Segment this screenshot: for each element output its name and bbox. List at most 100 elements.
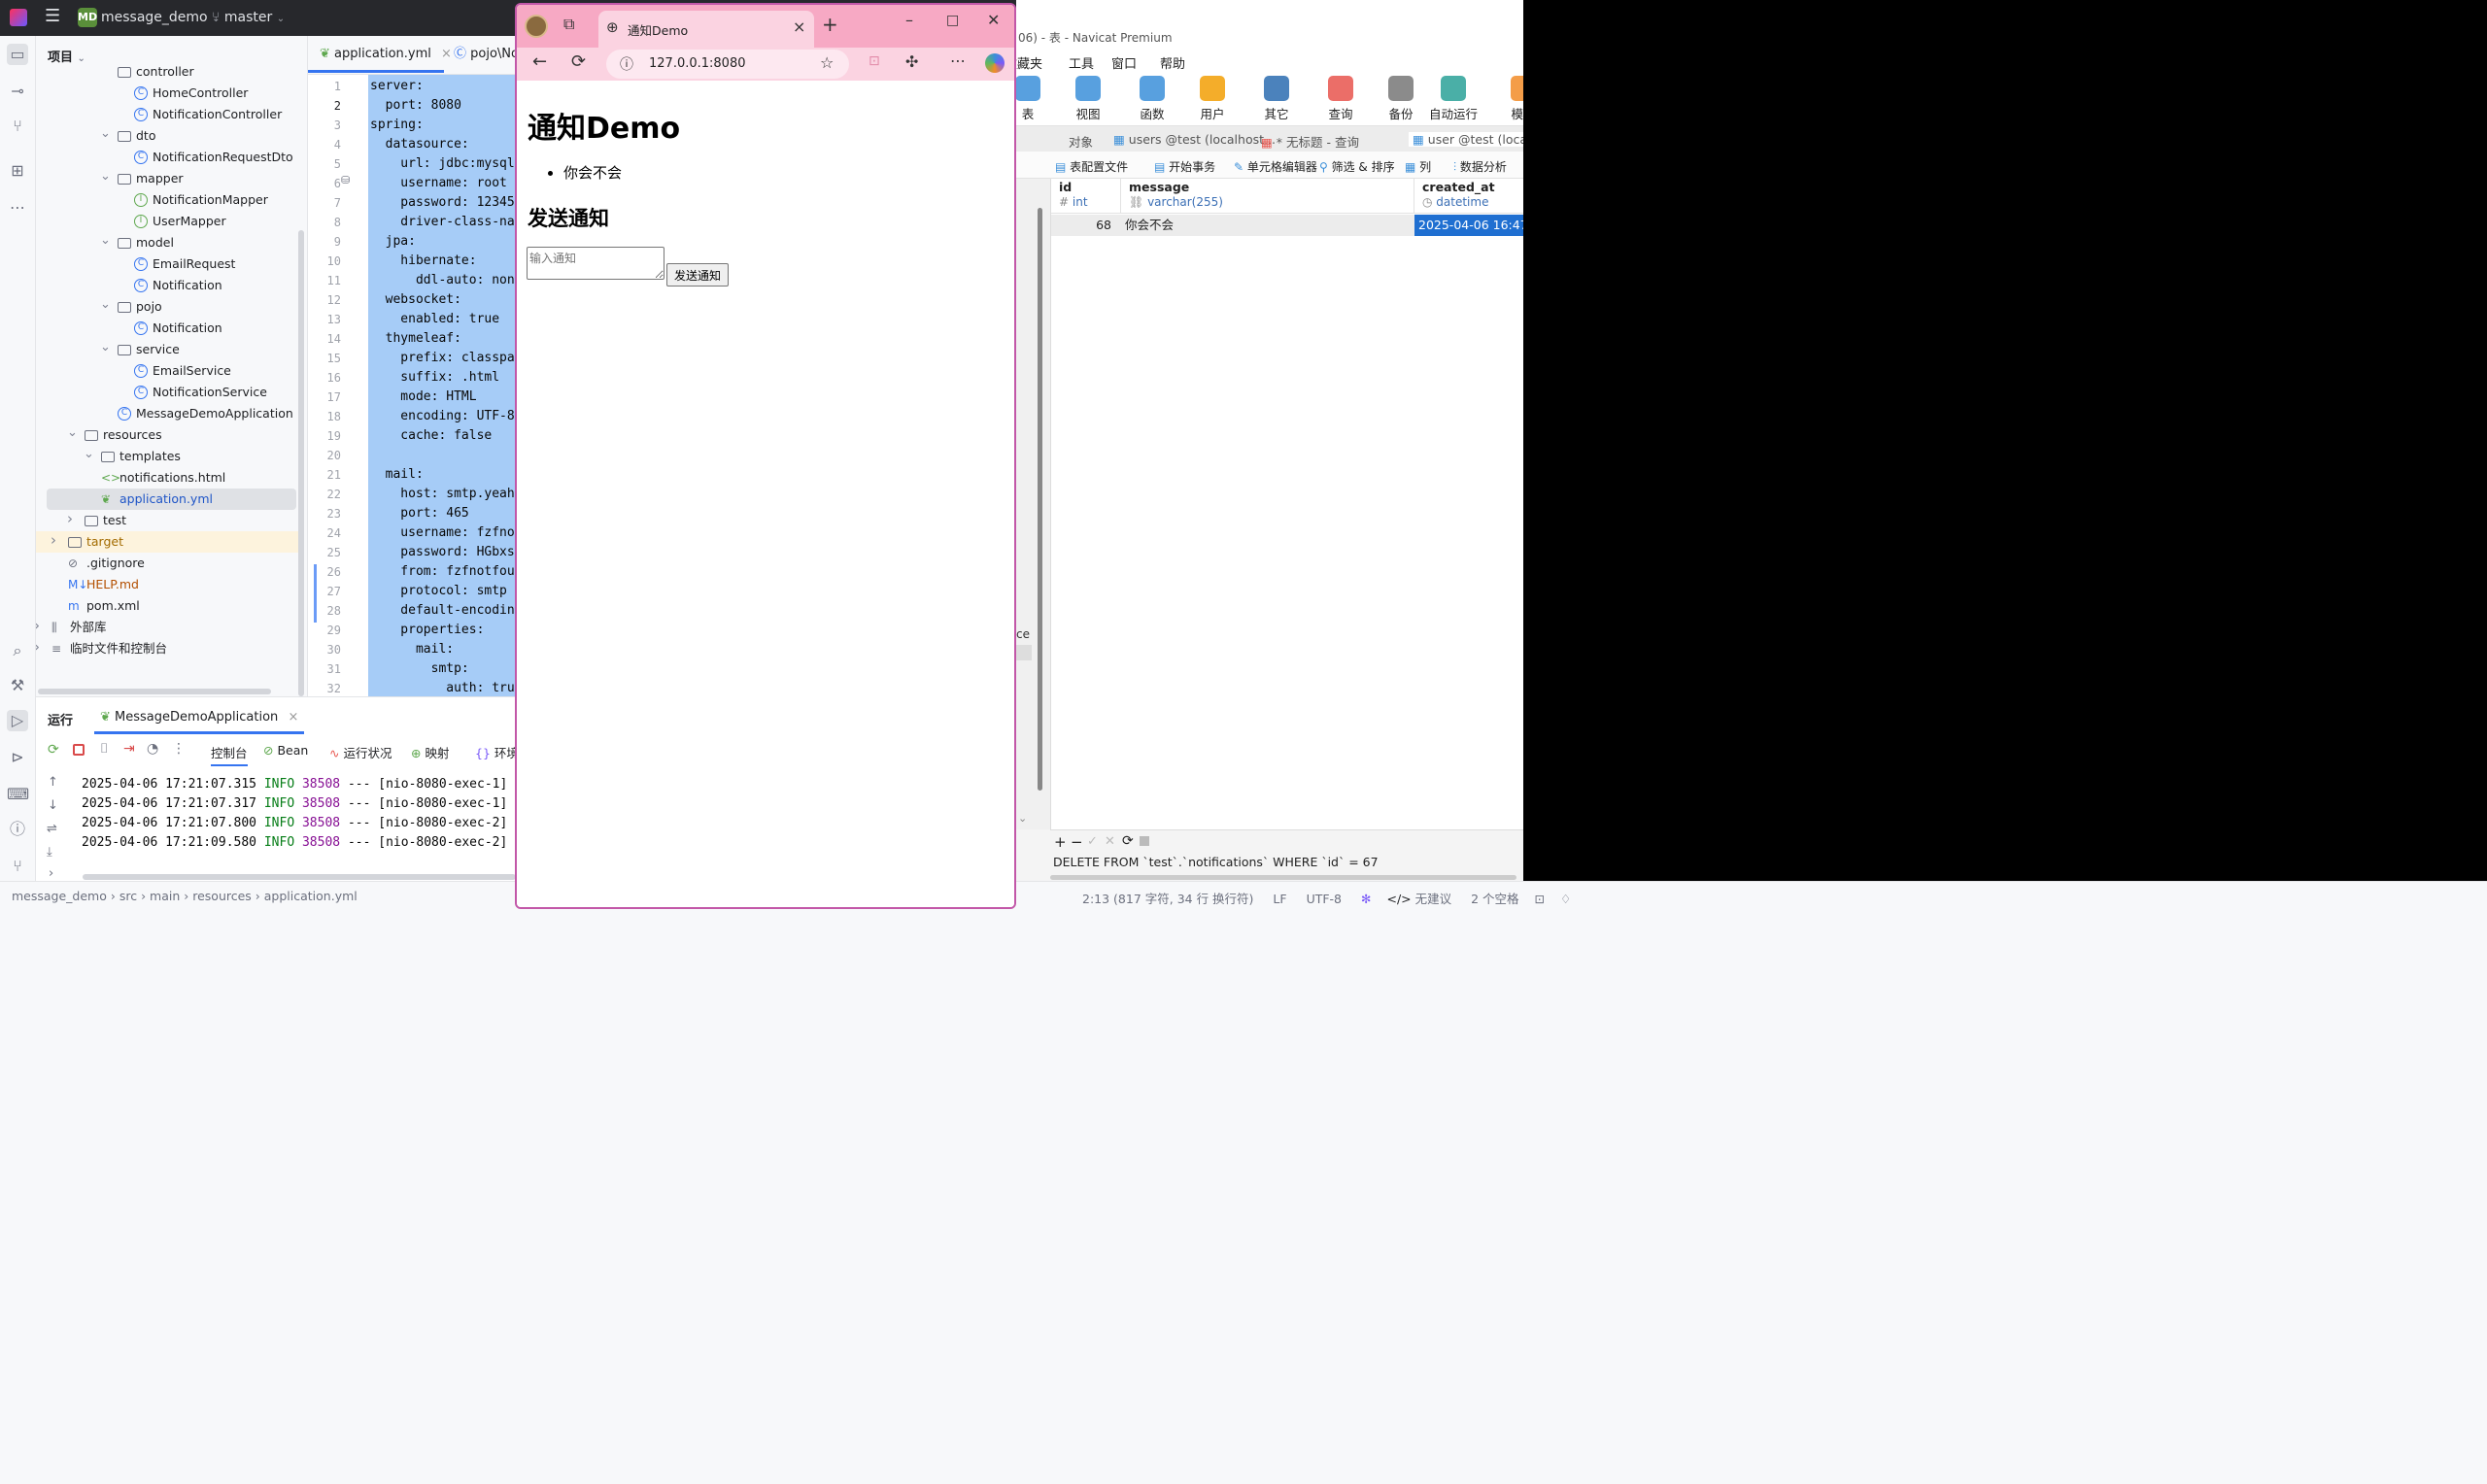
toolbar-backup-button[interactable]: 备份 bbox=[1372, 76, 1430, 122]
chevron-right-icon[interactable]: › bbox=[36, 615, 40, 636]
tree-item[interactable]: m pom.xml bbox=[36, 595, 298, 617]
breadcrumb-item[interactable]: message_demo bbox=[12, 889, 107, 903]
file-encoding[interactable]: UTF-8 bbox=[1307, 892, 1342, 906]
toolbar-view-button[interactable]: 视图 bbox=[1059, 76, 1117, 122]
more-tools-icon[interactable]: ⋯ bbox=[7, 197, 28, 219]
build-hammer-icon[interactable]: ⚒ bbox=[7, 675, 28, 696]
chevron-down-icon[interactable]: ⌄ bbox=[84, 444, 94, 465]
column-header[interactable]: message ⛓ varchar(255) bbox=[1121, 179, 1414, 214]
tree-item[interactable]: I UserMapper bbox=[36, 211, 298, 232]
extension-bilibili-icon[interactable]: ⊡ bbox=[869, 53, 880, 69]
ai-icon[interactable]: ✻ bbox=[1361, 892, 1371, 906]
tree-item[interactable]: ⌄ service bbox=[36, 339, 298, 360]
extensions-puzzle-icon[interactable]: ✣ bbox=[905, 52, 918, 71]
branch-switcher[interactable]: ⑂ master ⌄ bbox=[212, 10, 285, 25]
suggestions-status[interactable]: 无建议 bbox=[1415, 892, 1452, 906]
column-header[interactable]: id # int bbox=[1051, 179, 1121, 214]
tree-item[interactable]: <> notifications.html bbox=[36, 467, 298, 489]
breadcrumb-item[interactable]: main bbox=[150, 889, 180, 903]
tree-item[interactable]: C NotificationService bbox=[36, 382, 298, 403]
editor-tab[interactable]: Ⓒ pojo\No bbox=[454, 36, 516, 73]
cursor-position[interactable]: 2:13 (817 字符, 34 行 换行符) bbox=[1082, 892, 1253, 906]
tree-item[interactable]: ⌄ pojo bbox=[36, 296, 298, 318]
apply-icon[interactable]: ✓ bbox=[1087, 834, 1098, 849]
chevron-down-icon[interactable]: ⌄ bbox=[100, 166, 111, 187]
rerun-icon[interactable]: ⟳ bbox=[48, 742, 59, 758]
cell-editor-button[interactable]: ✎ 单元格编辑器 bbox=[1234, 158, 1317, 175]
camera-icon[interactable]: ⌷ bbox=[100, 741, 108, 757]
begin-transaction-button[interactable]: ▤ 开始事务 bbox=[1154, 158, 1215, 175]
exit-icon[interactable]: ⇥ bbox=[123, 741, 135, 757]
console-hscrollbar[interactable] bbox=[83, 874, 516, 880]
toolbar-user-button[interactable]: 用户 bbox=[1183, 76, 1242, 122]
problems-icon[interactable]: ⓘ bbox=[7, 819, 28, 840]
tab-console[interactable]: 控制台 bbox=[211, 743, 248, 766]
chevron-down-icon[interactable]: ⌄ bbox=[100, 230, 111, 252]
vertical-scrollbar[interactable] bbox=[1038, 208, 1042, 791]
tab-environment[interactable]: {} 环境 bbox=[475, 743, 519, 761]
chevron-right-icon[interactable]: › bbox=[51, 529, 56, 551]
tree-item[interactable]: ⌄ templates bbox=[36, 446, 298, 467]
close-window-icon[interactable]: ✕ bbox=[987, 11, 1000, 29]
toolbar-query-button[interactable]: 查询 bbox=[1312, 76, 1370, 122]
table-cell-created_at[interactable]: 2025-04-06 16:47:2 bbox=[1414, 215, 1531, 236]
git-icon[interactable]: ⑂ bbox=[7, 856, 28, 877]
tab-users-table[interactable]: ▦ users @test (localhost... bbox=[1113, 132, 1276, 147]
tree-item[interactable]: › ⫼ 外部库 bbox=[36, 617, 298, 638]
close-icon[interactable]: × bbox=[441, 47, 452, 61]
gauge-icon[interactable]: ◔ bbox=[147, 741, 158, 757]
tree-item[interactable]: C Notification bbox=[36, 318, 298, 339]
column-header[interactable]: created_at ◷ datetime bbox=[1414, 179, 1531, 214]
stop-icon[interactable] bbox=[1140, 836, 1149, 846]
services-icon[interactable]: ⊳ bbox=[7, 747, 28, 768]
indent-setting[interactable]: 2 个空格 bbox=[1471, 892, 1518, 906]
tree-item[interactable]: › ≡ 临时文件和控制台 bbox=[36, 638, 298, 659]
menu-window[interactable]: 窗口 bbox=[1111, 53, 1137, 72]
add-record-icon[interactable]: + bbox=[1054, 833, 1067, 851]
chevron-right-icon[interactable]: › bbox=[36, 636, 40, 658]
tab-health[interactable]: ∿ 运行状况 bbox=[329, 743, 392, 761]
lock-icon[interactable]: ⊡ bbox=[1535, 892, 1545, 906]
tree-item[interactable]: ❦ application.yml bbox=[47, 489, 296, 510]
close-icon[interactable]: × bbox=[288, 710, 298, 725]
table-cell-id[interactable]: 68 bbox=[1051, 215, 1121, 236]
columns-button[interactable]: ▦ 列 bbox=[1405, 158, 1431, 175]
notifications-icon[interactable]: ♢ bbox=[1560, 892, 1571, 906]
commit-icon[interactable]: ⊸ bbox=[7, 81, 28, 102]
tree-item[interactable]: I NotificationMapper bbox=[36, 189, 298, 211]
console-output[interactable]: 2025-04-06 17:21:07.315 INFO 38508 --- [… bbox=[36, 765, 516, 870]
tree-item[interactable]: ⊘ .gitignore bbox=[36, 553, 298, 574]
star-icon[interactable]: ☆ bbox=[820, 53, 834, 72]
run-config-tab[interactable]: ❦ MessageDemoApplication × bbox=[94, 701, 305, 734]
tab-mappings[interactable]: ⊕ 映射 bbox=[411, 743, 449, 761]
browser-menu-icon[interactable]: ⋯ bbox=[950, 51, 966, 70]
menu-tools[interactable]: 工具 bbox=[1069, 53, 1094, 72]
chevron-down-icon[interactable]: ⌄ bbox=[1018, 812, 1027, 825]
tree-hscrollbar[interactable] bbox=[38, 689, 271, 694]
tree-item[interactable]: C NotificationRequestDto bbox=[36, 147, 298, 168]
tree-item[interactable]: ⌄ dto bbox=[36, 125, 298, 147]
tree-item[interactable]: › target bbox=[36, 531, 298, 553]
main-menu-icon[interactable]: ☰ bbox=[45, 6, 60, 26]
filter-sort-button[interactable]: ⚲ 筛选 & 排序 bbox=[1319, 158, 1395, 175]
notification-input[interactable] bbox=[527, 247, 664, 280]
tree-item[interactable]: controller bbox=[36, 61, 298, 83]
table-profile-button[interactable]: ▤ 表配置文件 bbox=[1055, 158, 1128, 175]
tree-item[interactable]: M↓ HELP.md bbox=[36, 574, 298, 595]
table-row[interactable]: 68 你会不会 2025-04-06 16:47:2 bbox=[1051, 215, 1531, 236]
breadcrumb-item[interactable]: application.yml bbox=[264, 889, 358, 903]
tree-item[interactable]: ⌄ resources bbox=[36, 424, 298, 446]
run-icon[interactable]: ▷ bbox=[7, 710, 28, 731]
tree-item[interactable]: C Notification bbox=[36, 275, 298, 296]
chevron-down-icon[interactable]: ⌄ bbox=[100, 294, 111, 316]
tree-item[interactable]: C NotificationController bbox=[36, 104, 298, 125]
vcs-change-marker[interactable] bbox=[314, 564, 317, 623]
tab-untitled-query[interactable]: ▦ * 无标题 - 查询 bbox=[1261, 132, 1359, 151]
browser-tab-active[interactable]: ⊕ 通知Demo × bbox=[598, 11, 814, 48]
toolbar-function-button[interactable]: 函数 bbox=[1123, 76, 1181, 122]
toolbar-automation-button[interactable]: 自动运行 bbox=[1424, 76, 1482, 122]
delete-record-icon[interactable]: − bbox=[1071, 833, 1083, 851]
intellij-logo-icon[interactable] bbox=[10, 9, 27, 26]
chevron-down-icon[interactable]: ⌄ bbox=[100, 337, 111, 358]
chevron-right-icon[interactable]: › bbox=[67, 508, 73, 529]
